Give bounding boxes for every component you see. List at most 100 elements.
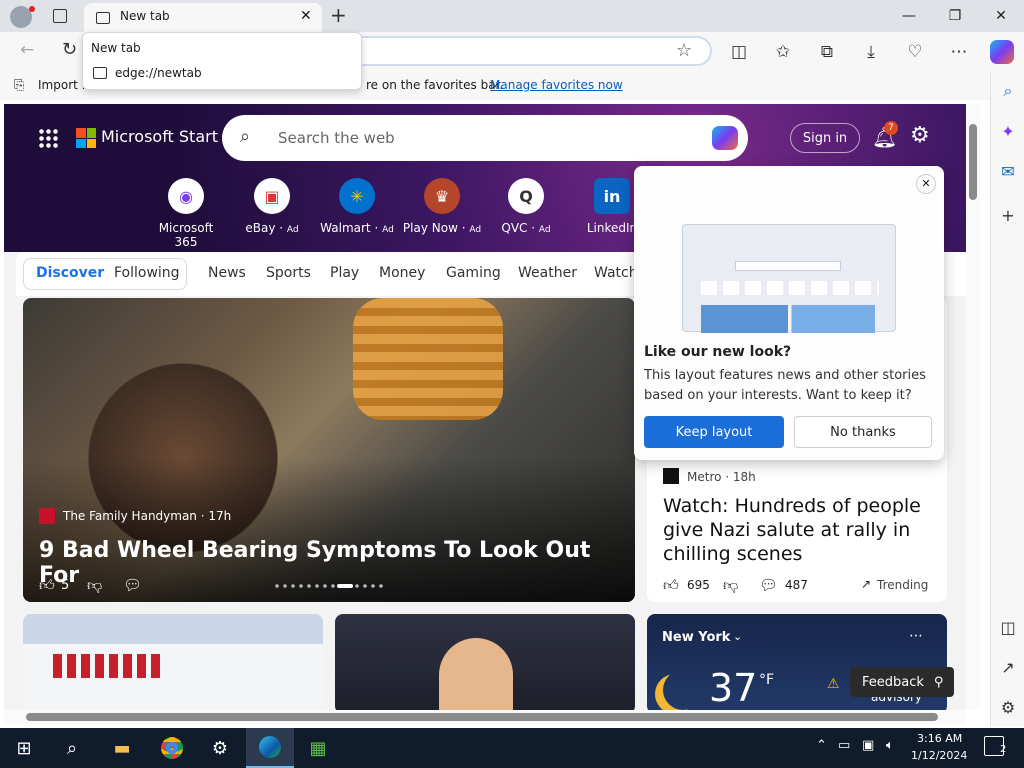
back-icon[interactable]: ← xyxy=(20,40,34,60)
weather-more-icon[interactable]: ⋯ xyxy=(909,628,923,644)
newtab-page-icon xyxy=(96,12,110,24)
hover-card-url: edge://newtab xyxy=(115,66,202,80)
weather-alert-warning-icon[interactable]: ⚠ xyxy=(827,676,840,692)
qvc-logo-icon: Q xyxy=(508,178,544,214)
like-icon[interactable]: 👍︎ xyxy=(39,576,55,595)
address-bar[interactable]: ☆ xyxy=(340,36,712,66)
like-count: 5 xyxy=(61,578,70,593)
tray-network-icon[interactable]: ▭ xyxy=(838,738,850,753)
hockey-story-card[interactable] xyxy=(23,614,323,710)
sidebar-external-icon[interactable]: ↗ xyxy=(991,654,1024,680)
dialog-close-icon[interactable]: ✕ xyxy=(916,174,936,194)
brand-title[interactable]: Microsoft Start xyxy=(101,127,218,146)
search-taskbar-icon[interactable]: ⌕ xyxy=(48,728,96,768)
favorite-star-icon[interactable]: ☆ xyxy=(676,40,692,61)
performance-icon[interactable]: ♡ xyxy=(900,37,930,67)
minimize-button[interactable]: — xyxy=(886,0,932,32)
quick-link-ebay[interactable]: ▣ eBay · Ad xyxy=(232,178,312,235)
tab-news[interactable]: News xyxy=(208,265,246,281)
moon-icon xyxy=(663,670,703,710)
trending-label: Trending xyxy=(877,578,929,592)
tab-watch[interactable]: Watch xyxy=(594,265,638,281)
story-source[interactable]: The Family Handyman · 17h xyxy=(63,509,231,523)
quick-link-walmart[interactable]: ✳ Walmart · Ad xyxy=(317,178,397,235)
side-dislike-icon[interactable]: 👎︎ xyxy=(723,576,738,595)
quick-link-microsoft365[interactable]: ◉ Microsoft 365 xyxy=(146,178,226,249)
page-settings-gear-icon[interactable]: ⚙ xyxy=(910,123,930,148)
tab-discover[interactable]: Discover xyxy=(36,265,104,281)
sidebar-split-icon[interactable]: ◫ xyxy=(991,614,1024,640)
refresh-icon[interactable]: ↻ xyxy=(62,39,77,60)
weather-temp: 37 xyxy=(709,666,758,710)
side-comment-icon[interactable]: 💬︎ xyxy=(759,576,778,594)
no-thanks-button[interactable]: No thanks xyxy=(794,416,932,448)
search-input[interactable]: Search the web xyxy=(278,129,395,147)
tab-play[interactable]: Play xyxy=(330,265,359,281)
weather-location[interactable]: New York xyxy=(662,630,730,645)
new-tab-button[interactable]: + xyxy=(330,3,347,27)
sign-in-button[interactable]: Sign in xyxy=(790,123,860,153)
taskbar-time[interactable]: 3:16 AM xyxy=(917,732,962,745)
sidebar-add-icon[interactable]: + xyxy=(991,202,1024,228)
ad-badge: Ad xyxy=(469,225,482,235)
tray-display-icon[interactable]: ▣ xyxy=(862,738,874,753)
taskbar-date[interactable]: 1/12/2024 xyxy=(911,749,967,762)
app-launcher-icon[interactable] xyxy=(38,128,58,148)
tab-gaming[interactable]: Gaming xyxy=(446,265,501,281)
feedback-button[interactable]: Feedback ⚲ xyxy=(850,667,954,697)
horizontal-scrollbar[interactable] xyxy=(4,710,966,724)
start-windows-icon[interactable]: ⊞ xyxy=(0,728,48,768)
spreadsheet-app-icon[interactable]: ▦ xyxy=(294,728,342,768)
downloads-icon[interactable]: ⤓ xyxy=(856,37,886,67)
politics-story-card[interactable] xyxy=(335,614,635,710)
restore-button[interactable]: ❐ xyxy=(932,0,978,32)
carousel-indicator[interactable] xyxy=(273,584,383,588)
hover-card-title: New tab xyxy=(91,41,141,55)
settings-more-icon[interactable]: ⋯ xyxy=(944,37,974,67)
tab-weather[interactable]: Weather xyxy=(518,265,577,281)
portrait-image xyxy=(439,638,513,710)
quick-link-qvc[interactable]: Q QVC · Ad xyxy=(486,178,566,235)
side-like-icon[interactable]: 👍︎ xyxy=(663,576,679,595)
tab-close-icon[interactable]: ✕ xyxy=(300,8,312,24)
favbar-hint-text: re on the favorites bar. xyxy=(366,78,504,92)
tab-money[interactable]: Money xyxy=(379,265,425,281)
sidebar-outlook-icon[interactable]: ✉ xyxy=(991,158,1024,184)
vertical-scrollbar[interactable] xyxy=(966,104,980,710)
tab-new-tab[interactable]: New tab ✕ xyxy=(84,3,322,32)
split-screen-icon[interactable]: ◫ xyxy=(724,37,754,67)
tab-following[interactable]: Following xyxy=(114,265,180,281)
hover-card-page-icon xyxy=(93,67,107,79)
import-favorites-icon[interactable]: ⎘ xyxy=(14,78,24,93)
sidebar-copilot-icon[interactable]: ✦ xyxy=(991,118,1024,144)
close-window-button[interactable]: ✕ xyxy=(978,0,1024,32)
search-box[interactable]: ⌕ Search the web xyxy=(222,115,748,161)
sidebar-settings-icon[interactable]: ⚙ xyxy=(991,694,1024,720)
copilot-search-icon[interactable] xyxy=(712,126,738,150)
file-explorer-icon[interactable]: ▬ xyxy=(98,728,146,768)
sidebar-search-icon[interactable]: ⌕ xyxy=(991,78,1024,104)
quick-link-play-now[interactable]: ♛ Play Now · Ad xyxy=(402,178,482,235)
tab-actions-icon[interactable] xyxy=(53,9,67,23)
main-story-card[interactable]: The Family Handyman · 17h 9 Bad Wheel Be… xyxy=(23,298,635,602)
chrome-icon[interactable] xyxy=(148,728,196,768)
new-look-dialog: ✕ Like our new look? This layout feature… xyxy=(634,166,944,460)
settings-app-icon[interactable]: ⚙ xyxy=(196,728,244,768)
keep-layout-button[interactable]: Keep layout xyxy=(644,416,784,448)
favorites-icon[interactable]: ✩ xyxy=(768,37,798,67)
comment-icon[interactable]: 💬︎ xyxy=(123,576,142,594)
tab-sports[interactable]: Sports xyxy=(266,265,311,281)
horizontal-scroll-thumb[interactable] xyxy=(26,713,938,721)
edge-icon[interactable] xyxy=(246,728,294,768)
vertical-scroll-thumb[interactable] xyxy=(969,124,977,200)
side-story-title[interactable]: Watch: Hundreds of people give Nazi salu… xyxy=(663,494,933,566)
tray-volume-muted-icon[interactable]: 🔈︎ xyxy=(886,738,894,753)
dislike-icon[interactable]: 👎︎ xyxy=(87,576,102,595)
side-comment-count: 487 xyxy=(785,578,808,592)
tray-chevron-icon[interactable]: ⌃ xyxy=(816,738,827,753)
side-story-source[interactable]: Metro · 18h xyxy=(687,470,756,484)
location-chevron-down-icon[interactable]: ⌄ xyxy=(733,630,742,643)
manage-favorites-link[interactable]: Manage favorites now xyxy=(490,78,623,92)
copilot-icon[interactable] xyxy=(990,40,1014,64)
collections-icon[interactable]: ⧉ xyxy=(812,37,842,67)
